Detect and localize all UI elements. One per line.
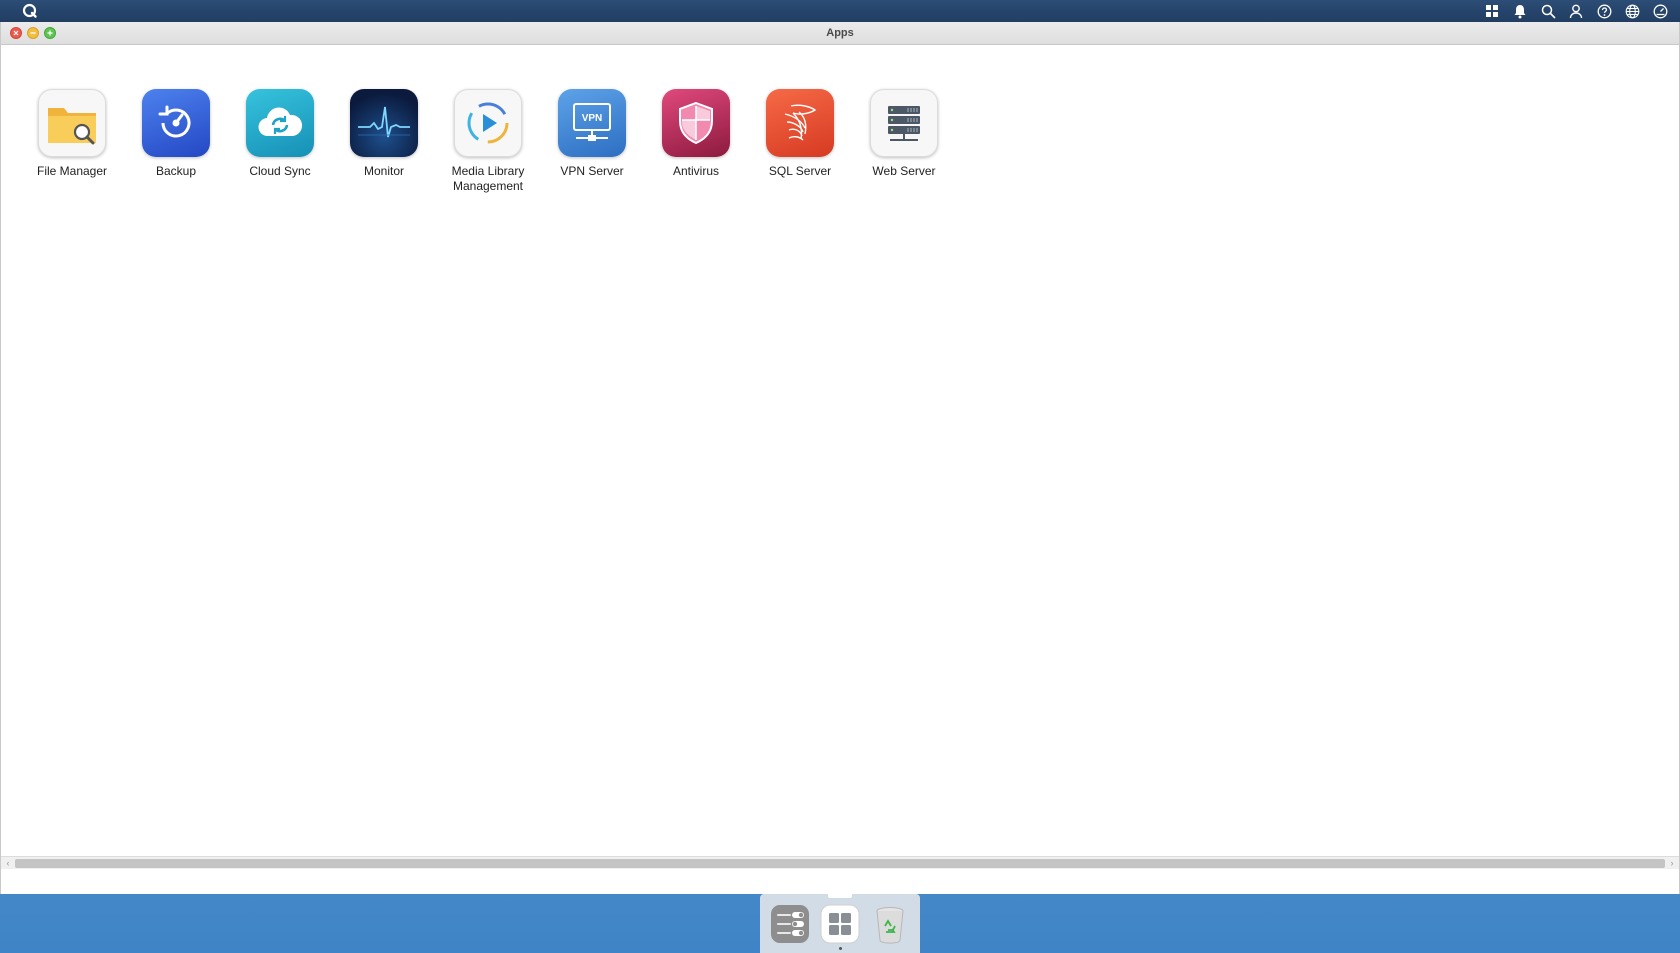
sql-server-icon xyxy=(766,89,834,157)
web-server-icon xyxy=(870,89,938,157)
help-icon[interactable] xyxy=(1590,0,1618,22)
apps-grid-icon[interactable] xyxy=(1478,0,1506,22)
close-window-button[interactable] xyxy=(10,27,22,39)
cloud-sync-icon xyxy=(246,89,314,157)
app-file-manager[interactable]: File Manager xyxy=(20,89,124,194)
apps-launcher-icon[interactable] xyxy=(820,903,861,950)
app-label: Antivirus xyxy=(672,164,719,178)
app-label: Monitor xyxy=(363,164,404,178)
os-logo-icon[interactable] xyxy=(19,0,41,22)
app-grid: File Manager Backup Cloud Sync Monitor M… xyxy=(20,89,956,194)
file-manager-icon xyxy=(38,89,106,157)
app-vpn-server[interactable]: VPN VPN Server xyxy=(540,89,644,194)
media-library-icon xyxy=(454,89,522,157)
dashboard-gauge-icon[interactable] xyxy=(1646,0,1674,22)
app-label: Cloud Sync xyxy=(249,164,311,178)
apps-window: Apps File Manager Backup Cloud Sync Moni… xyxy=(0,22,1680,894)
app-label: VPN Server xyxy=(560,164,624,178)
scroll-left-icon[interactable]: ‹ xyxy=(1,857,15,870)
window-titlebar[interactable]: Apps xyxy=(1,22,1679,45)
app-web-server[interactable]: Web Server xyxy=(852,89,956,194)
apps-content-area: File Manager Backup Cloud Sync Monitor M… xyxy=(1,45,1679,869)
language-globe-icon[interactable] xyxy=(1618,0,1646,22)
control-panel-icon[interactable] xyxy=(770,903,811,944)
app-monitor[interactable]: Monitor xyxy=(332,89,436,194)
app-label: File Manager xyxy=(36,164,108,178)
app-cloud-sync[interactable]: Cloud Sync xyxy=(228,89,332,194)
running-indicator xyxy=(838,947,842,950)
monitor-icon xyxy=(350,89,418,157)
user-icon[interactable] xyxy=(1562,0,1590,22)
backup-icon xyxy=(142,89,210,157)
dock xyxy=(760,894,920,953)
notifications-bell-icon[interactable] xyxy=(1506,0,1534,22)
scrollbar-thumb[interactable] xyxy=(15,859,1665,868)
scroll-right-icon[interactable]: › xyxy=(1665,857,1679,870)
recycle-bin-icon[interactable] xyxy=(870,903,911,944)
app-label: SQL Server xyxy=(768,164,832,178)
vpn-server-icon: VPN xyxy=(558,89,626,157)
app-label: Media Library Management xyxy=(451,164,525,193)
app-label: Web Server xyxy=(872,164,936,178)
maximize-window-button[interactable] xyxy=(44,27,56,39)
dock-handle[interactable] xyxy=(828,894,852,898)
app-media-library-management[interactable]: Media Library Management xyxy=(436,89,540,194)
app-label: Backup xyxy=(155,164,197,178)
system-top-bar xyxy=(0,0,1680,22)
app-backup[interactable]: Backup xyxy=(124,89,228,194)
horizontal-scrollbar[interactable]: ‹ › xyxy=(1,856,1679,869)
minimize-window-button[interactable] xyxy=(27,27,39,39)
antivirus-icon xyxy=(662,89,730,157)
vpn-badge-text: VPN xyxy=(582,113,603,124)
search-icon[interactable] xyxy=(1534,0,1562,22)
app-antivirus[interactable]: Antivirus xyxy=(644,89,748,194)
window-title: Apps xyxy=(826,27,854,39)
app-sql-server[interactable]: SQL Server xyxy=(748,89,852,194)
